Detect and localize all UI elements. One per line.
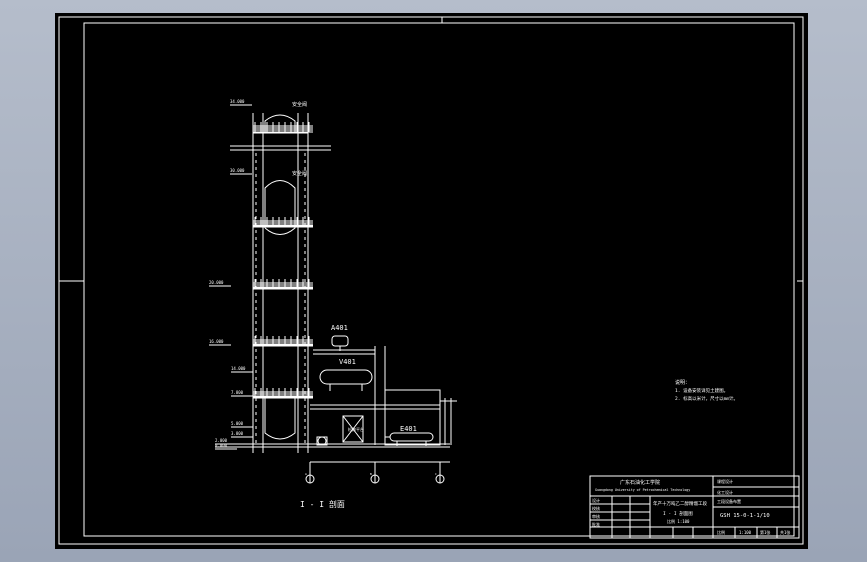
elevation-label: 34.000	[230, 99, 245, 104]
footer-sheet: 第1张	[760, 529, 770, 535]
accumulator-a401	[331, 335, 349, 351]
section-title: I - I 剖面	[300, 499, 345, 509]
top-label-2: 安全阀	[292, 170, 307, 177]
elevation-label: 7.800	[231, 390, 244, 395]
notes-line-2: 2. 标高以米计，尺寸以mm计。	[675, 395, 738, 402]
v401-label: V401	[339, 358, 356, 366]
grid-label-c: C	[435, 472, 437, 476]
grid-label-b: B	[370, 472, 372, 476]
vessel-v401	[319, 369, 373, 391]
drawing-number: GSH 15-0-1-1/10	[720, 513, 770, 519]
elevation-label: 14.000	[231, 366, 246, 371]
footer-scale: 比例	[717, 529, 725, 535]
elevation-label: 16.000	[209, 339, 224, 344]
elevation-label: 5.000	[231, 421, 244, 426]
school-name: 广东石油化工学院	[620, 479, 660, 486]
elevation-label: 30.000	[230, 168, 245, 173]
role-approve: 批准	[592, 521, 600, 527]
drawing-name: I - I 剖面图	[663, 510, 693, 517]
elevation-markers: 34.000 30.000 20.000 16.000 14.000 7.800 5.000…	[209, 99, 253, 450]
elevation-label: 20.000	[209, 280, 224, 285]
top-label-1: 安全阀	[292, 101, 307, 108]
footer-total: 共1张	[780, 529, 790, 535]
e401-label: E401	[400, 425, 417, 433]
outer-frame	[58, 16, 804, 545]
cad-drawing: 34.000 30.000 20.000 16.000 14.000 7.800 5.000…	[58, 16, 804, 545]
elevation-label: 3.800	[231, 431, 244, 436]
design-title: 年产十万吨乙二醇精馏工段	[653, 500, 707, 507]
notes-line-1: 1. 设备安装详见土建图。	[675, 387, 728, 394]
project-line-3: 工段设备布置	[717, 498, 741, 504]
footer-ratio: 1:100	[739, 530, 752, 535]
project-line-1: 课程设计	[717, 478, 733, 484]
grid-label-a: A	[305, 472, 307, 476]
role-review: 审核	[592, 513, 600, 519]
platform-note: 检修平台	[348, 426, 364, 432]
platform-group	[253, 122, 313, 399]
a401-label: A401	[331, 324, 348, 332]
inner-frame	[83, 22, 795, 537]
drawing-sheet: 34.000 30.000 20.000 16.000 14.000 7.800 5.000…	[55, 13, 808, 549]
role-check: 校核	[592, 505, 600, 511]
scale-label: 比例 1:100	[667, 518, 690, 524]
school-name-en: Guangdong University of Petrochemical Te…	[595, 488, 690, 492]
notes-heading: 说明：	[675, 379, 690, 386]
role-design: 设计	[592, 497, 600, 503]
base-structure	[215, 346, 457, 484]
project-line-2: 化工设计	[717, 489, 733, 495]
